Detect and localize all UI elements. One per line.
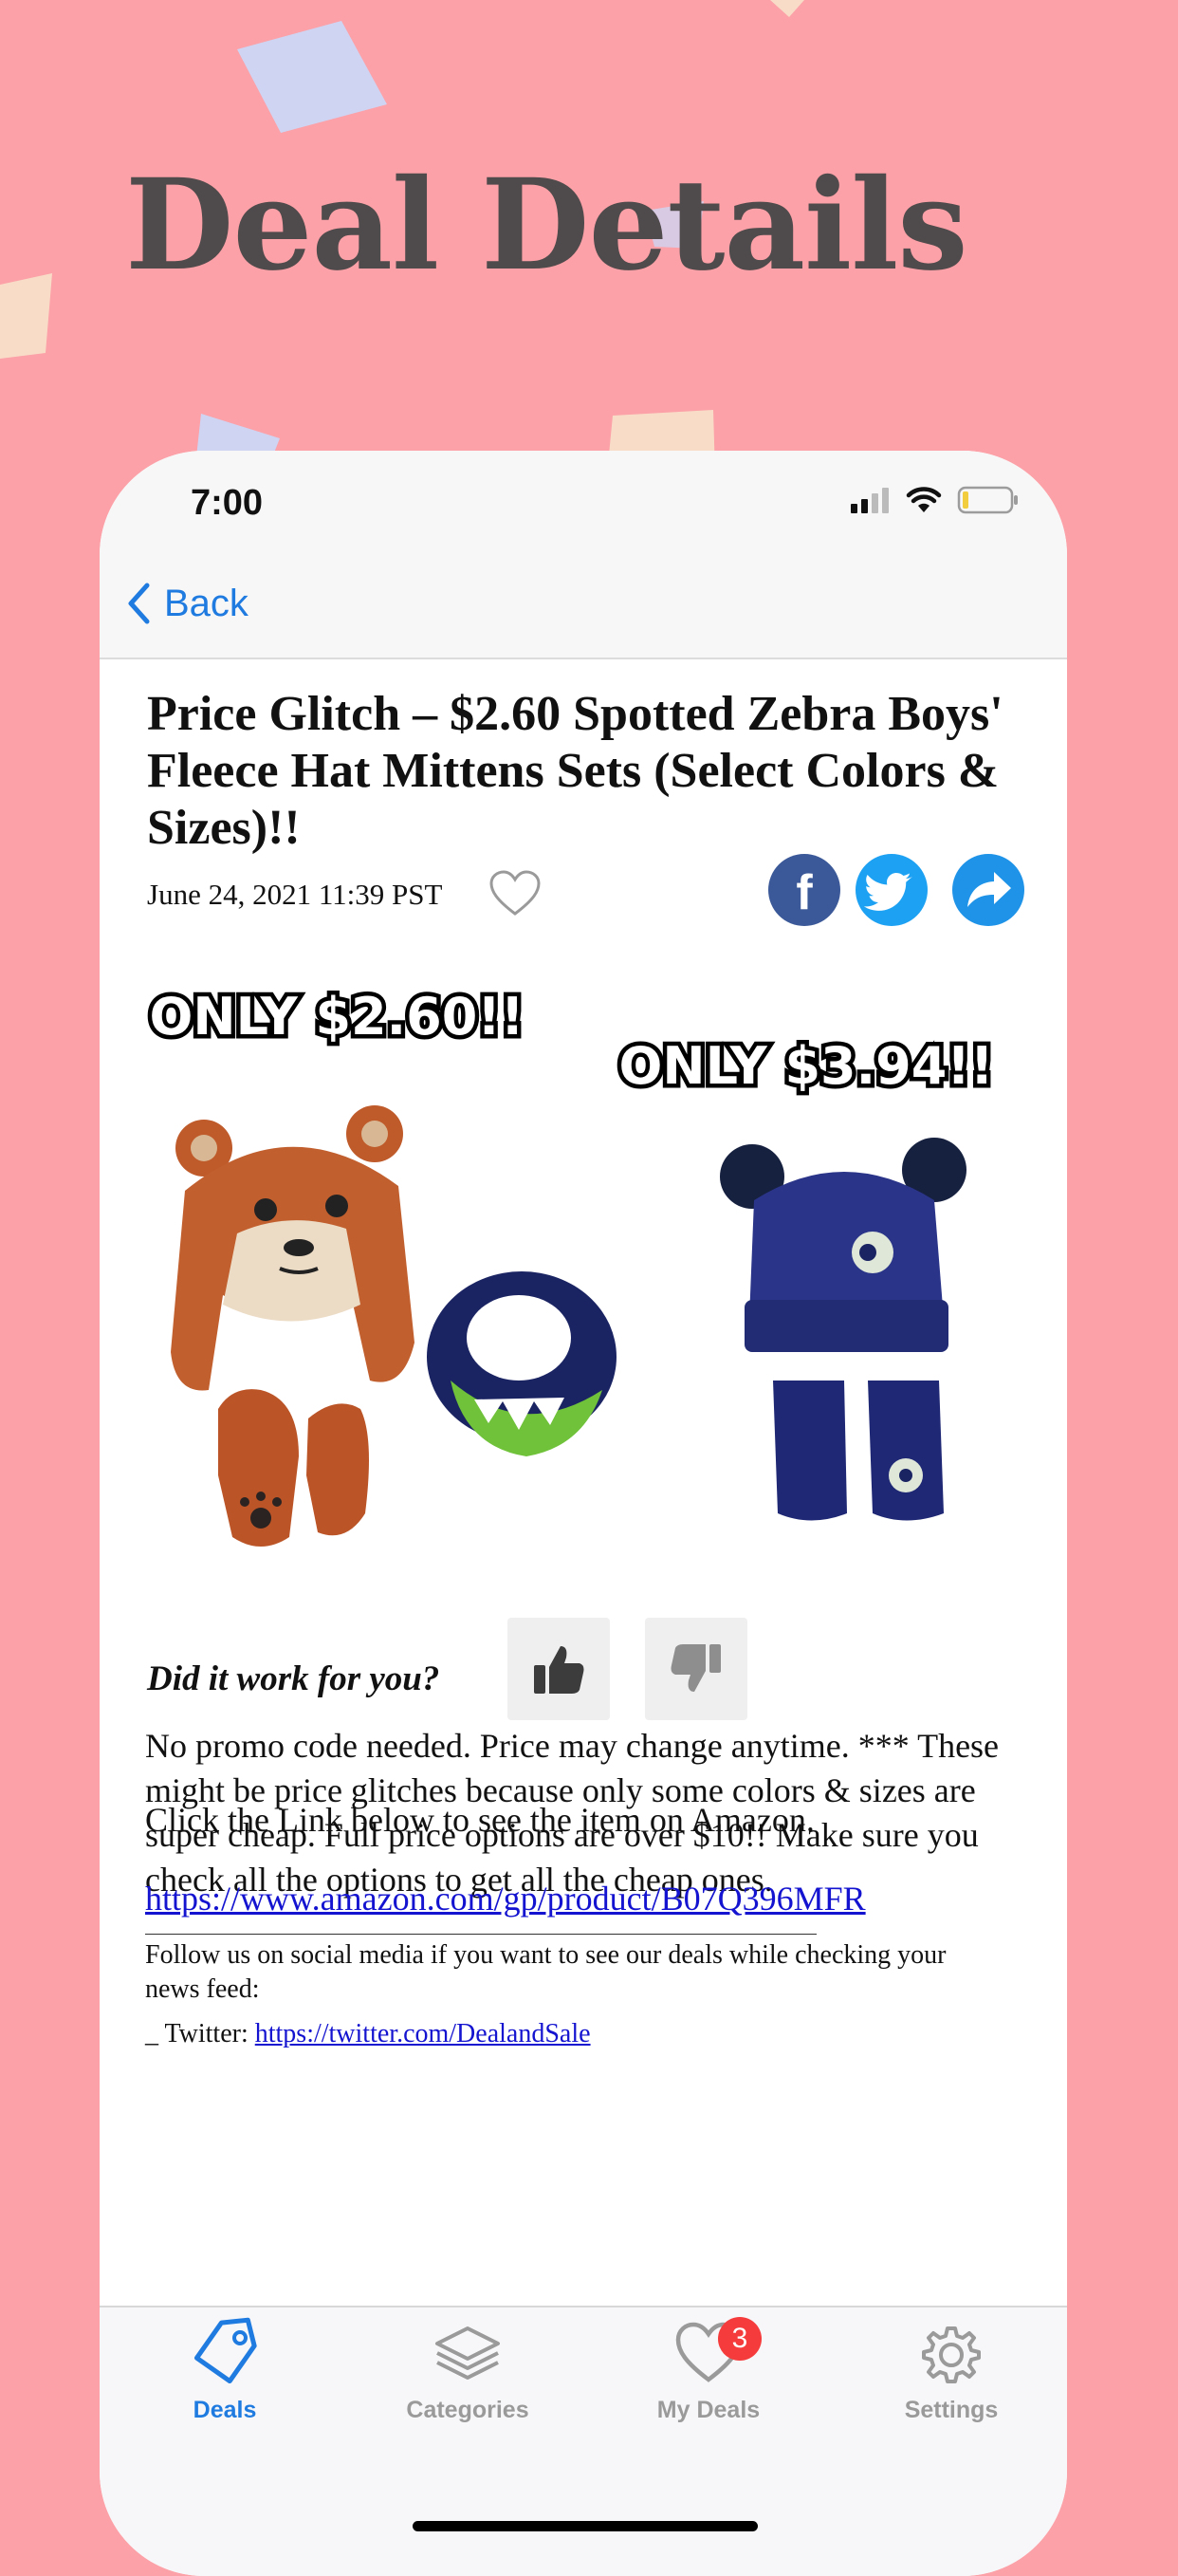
chevron-left-icon (128, 583, 150, 624)
monster-scarf-graphic (427, 1271, 617, 1456)
thumbs-down-button[interactable] (645, 1618, 747, 1720)
share-arrow-icon (967, 872, 1011, 907)
signal-icon (851, 488, 889, 513)
tab-categories[interactable]: Categories (373, 2317, 562, 2450)
monster-hat-graphic (720, 1138, 966, 1352)
twitter-prefix: _ Twitter: (145, 2019, 255, 2048)
tab-my-deals[interactable]: 3 My Deals (614, 2317, 803, 2450)
status-icons (849, 485, 1020, 515)
tab-label-categories: Categories (406, 2397, 529, 2423)
price-label-right: ONLY $3.94!! (618, 1036, 993, 1096)
wifi-icon (906, 487, 942, 512)
bear-mittens-graphic (218, 1389, 369, 1547)
tag-icon (193, 2317, 257, 2384)
monster-mittens-graphic (773, 1381, 944, 1521)
price-label-left: ONLY $2.60!! (149, 987, 524, 1047)
twitter-line: _ Twitter: https://twitter.com/DealandSa… (145, 2017, 591, 2051)
tab-deals[interactable]: Deals (130, 2317, 320, 2450)
thumbs-up-icon (534, 1646, 584, 1694)
back-button[interactable]: Back (126, 582, 248, 625)
status-time: 7:00 (191, 483, 264, 523)
tab-label-my-deals: My Deals (656, 2397, 761, 2423)
thumbs-down-icon (671, 1644, 721, 1692)
gear-icon (922, 2326, 981, 2383)
twitter-icon (863, 873, 912, 911)
social-intro: Follow us on social media if you want to… (145, 1940, 947, 2004)
twitter-link[interactable]: https://twitter.com/DealandSale (255, 2019, 591, 2048)
facebook-share-button[interactable]: f (768, 854, 840, 926)
status-bar: 7:00 (100, 451, 1067, 565)
tab-label-deals: Deals (193, 2397, 257, 2423)
tab-settings[interactable]: Settings (856, 2317, 1046, 2450)
tab-label-settings: Settings (904, 2397, 999, 2423)
back-label: Back (164, 582, 248, 624)
thumbs-up-button[interactable] (507, 1618, 610, 1720)
navigation-bar: Back (100, 565, 1067, 659)
phone-frame: 7:00 Back Price Glitch – $2.60 Spotted Z… (100, 451, 1067, 2576)
deal-title: Price Glitch – $2.60 Spotted Zebra Boys'… (147, 687, 1003, 855)
svg-text:f: f (796, 865, 813, 920)
facebook-icon: f (796, 865, 813, 920)
layers-icon (435, 2326, 500, 2380)
my-deals-badge: 3 (718, 2317, 762, 2361)
divider (145, 1934, 817, 1935)
share-button[interactable] (952, 854, 1024, 926)
feedback-question: Did it work for you? (147, 1659, 440, 1698)
hero-title: Deal Details (125, 152, 968, 299)
battery-icon (957, 486, 1018, 514)
deal-date: June 24, 2021 11:39 PST (147, 878, 443, 911)
home-indicator (413, 2521, 758, 2531)
bear-hat-graphic (171, 1105, 414, 1391)
product-image: ONLY $2.60!! ONLY $3.94!! (147, 983, 998, 1547)
favorite-heart-icon[interactable] (488, 870, 542, 917)
tab-bar: Deals Categories 3 My Deals Settings (100, 2306, 1067, 2576)
amazon-product-link[interactable]: https://www.amazon.com/gp/product/B07Q39… (145, 1879, 866, 1918)
deal-content: Price Glitch – $2.60 Spotted Zebra Boys'… (100, 659, 1067, 2339)
amazon-instruction: Click the Link below to see the item on … (145, 1801, 815, 1839)
twitter-share-button[interactable] (856, 854, 928, 926)
